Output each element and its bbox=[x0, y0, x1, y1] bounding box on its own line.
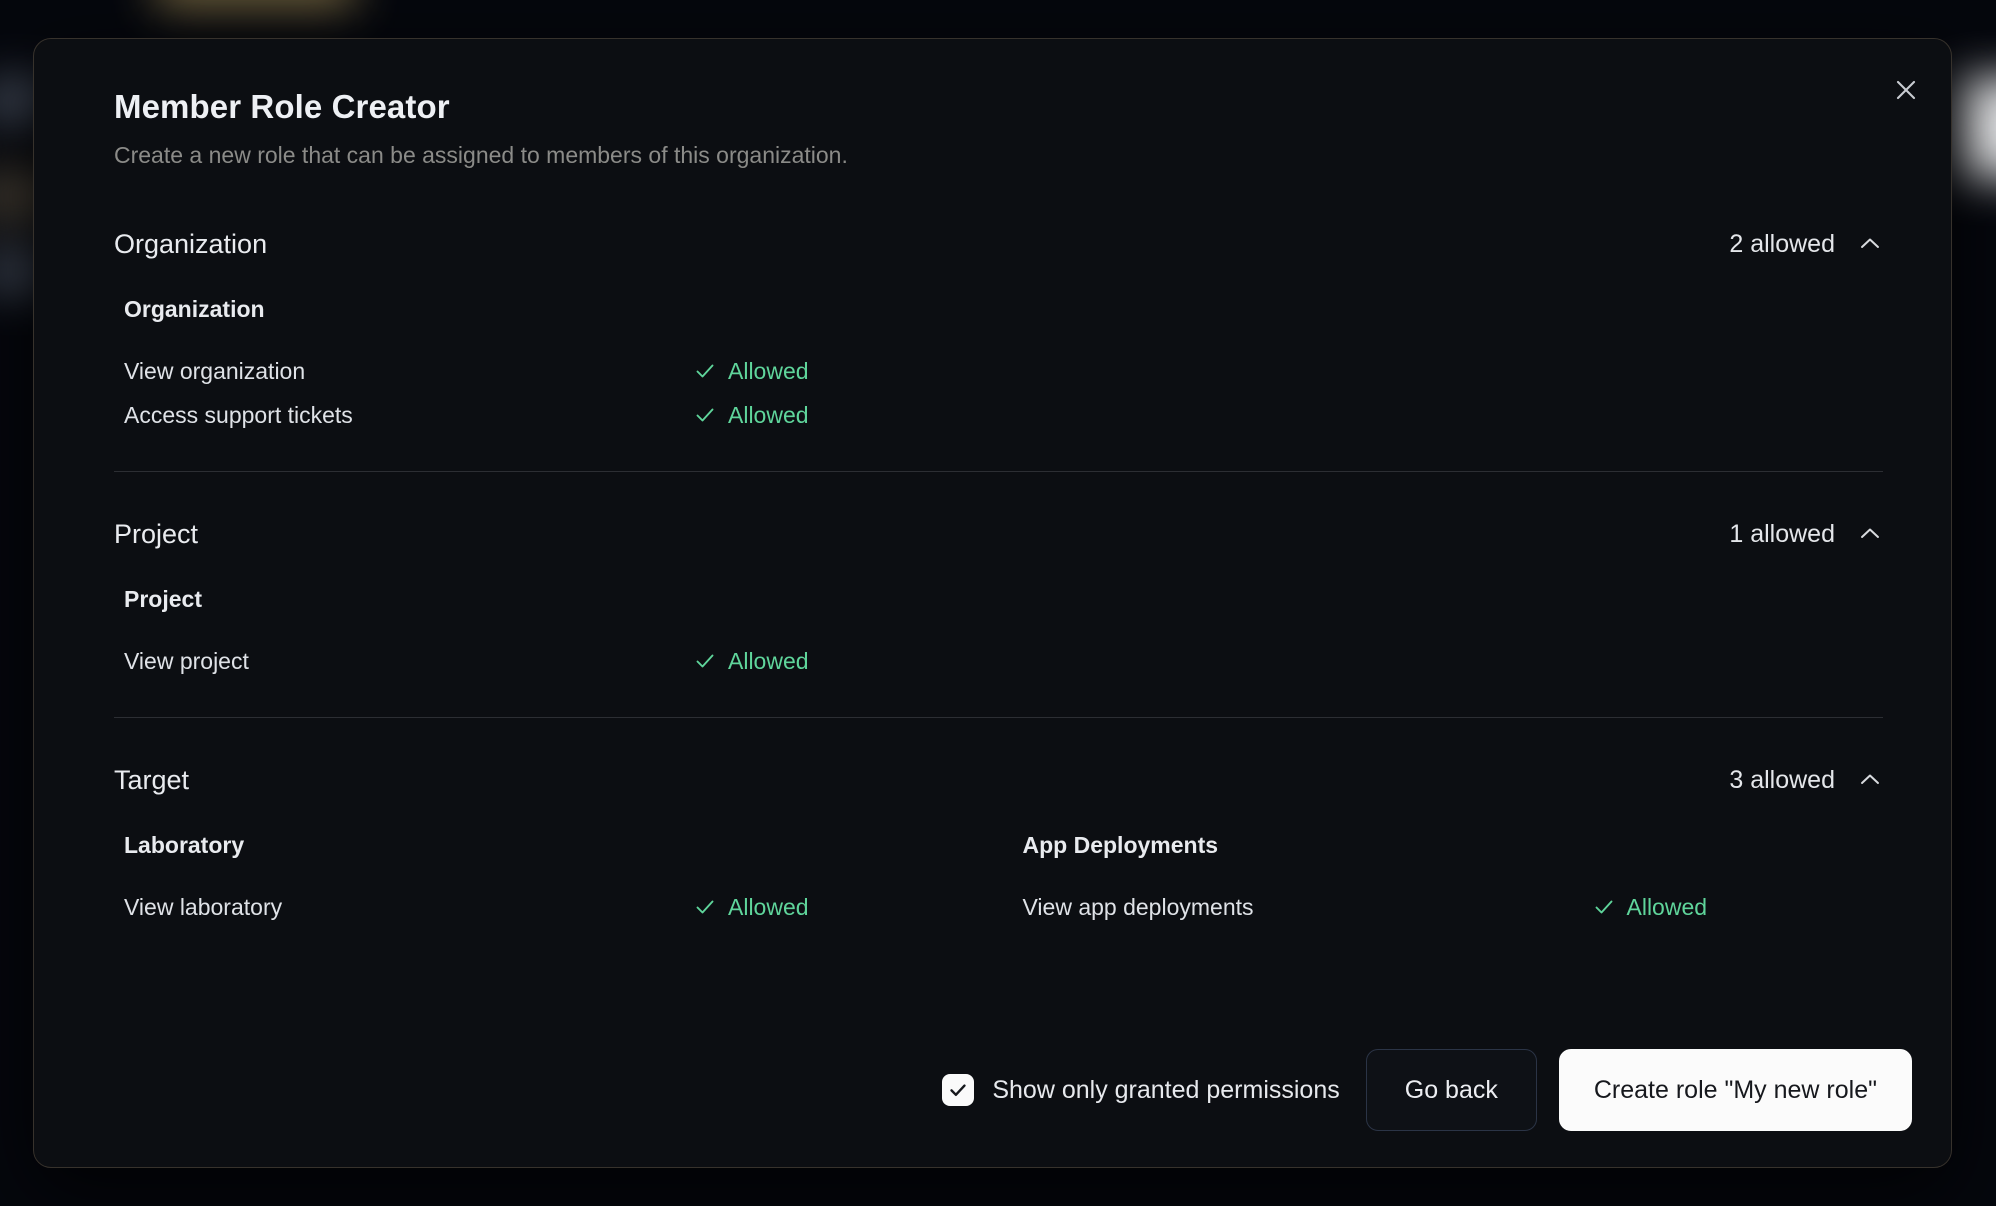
section-toggle-target[interactable]: Target 3 allowed bbox=[114, 752, 1911, 808]
permission-status: Allowed bbox=[694, 402, 809, 429]
checkbox-label: Show only granted permissions bbox=[992, 1076, 1339, 1105]
check-icon bbox=[694, 404, 716, 426]
show-only-granted-permissions-checkbox[interactable]: Show only granted permissions bbox=[942, 1074, 1339, 1106]
permission-status-label: Allowed bbox=[1627, 894, 1708, 921]
permission-group-title: App Deployments bbox=[1023, 832, 1912, 859]
dialog-header: Member Role Creator Create a new role th… bbox=[74, 39, 1911, 170]
permission-section: Organization 2 allowed Organization View or… bbox=[114, 216, 1911, 437]
section-summary: 2 allowed bbox=[1729, 230, 1911, 259]
go-back-button[interactable]: Go back bbox=[1366, 1049, 1537, 1131]
section-body: Project View project Allowed bbox=[114, 562, 1911, 683]
section-allowed-count: 1 allowed bbox=[1729, 520, 1835, 549]
permission-row[interactable]: View project Allowed bbox=[124, 639, 1911, 683]
check-icon bbox=[694, 650, 716, 672]
permission-status: Allowed bbox=[694, 358, 809, 385]
section-body: OrganizationView organizationAllowedAcce… bbox=[114, 272, 1911, 437]
chevron-up-icon[interactable] bbox=[1857, 231, 1883, 257]
dialog-scroll-area[interactable]: Member Role Creator Create a new role th… bbox=[34, 39, 1951, 1168]
close-icon[interactable] bbox=[1883, 67, 1929, 113]
section-toggle-organization[interactable]: Organization 2 allowed bbox=[114, 216, 1911, 272]
permission-group-title: Laboratory bbox=[124, 832, 1013, 859]
page-title: Member Role Creator bbox=[114, 87, 1911, 127]
permission-label: View organization bbox=[124, 358, 694, 385]
section-summary: 1 allowed bbox=[1729, 520, 1911, 549]
permission-label: Access support tickets bbox=[124, 402, 694, 429]
checkbox-checked-icon bbox=[942, 1074, 974, 1106]
dialog-subtitle: Create a new role that can be assigned t… bbox=[114, 141, 1911, 171]
permission-status: Allowed bbox=[1593, 894, 1708, 921]
section-title: Project bbox=[114, 519, 198, 550]
permission-section: Project 1 allowed Project View project Allow… bbox=[114, 506, 1911, 683]
check-icon bbox=[694, 360, 716, 382]
permission-group-grid: LaboratoryView laboratoryAllowedApp Depl… bbox=[114, 832, 1911, 929]
permission-group: Laboratory View laboratory Allowed bbox=[114, 832, 1013, 929]
permission-row[interactable]: View organization Allowed bbox=[124, 349, 1911, 393]
permission-group: Project View project Allowed bbox=[114, 586, 1911, 683]
permission-row[interactable]: View app deployments Allowed bbox=[1023, 885, 1912, 929]
section-title: Organization bbox=[114, 229, 267, 260]
chevron-up-icon[interactable] bbox=[1857, 767, 1883, 793]
permission-label: View app deployments bbox=[1023, 894, 1593, 921]
permission-status: Allowed bbox=[694, 648, 809, 675]
section-title: Target bbox=[114, 765, 189, 796]
check-icon bbox=[694, 896, 716, 918]
permission-row[interactable]: View laboratory Allowed bbox=[124, 885, 1013, 929]
section-allowed-count: 2 allowed bbox=[1729, 230, 1835, 259]
section-body: LaboratoryView laboratoryAllowedApp Depl… bbox=[114, 808, 1911, 929]
chevron-up-icon[interactable] bbox=[1857, 521, 1883, 547]
create-role-button[interactable]: Create role "My new role" bbox=[1559, 1049, 1912, 1131]
permission-group-grid: OrganizationView organizationAllowedAcce… bbox=[114, 296, 1911, 437]
background-blur-right bbox=[1958, 78, 1996, 178]
permission-status-label: Allowed bbox=[728, 648, 809, 675]
member-role-creator-dialog: Member Role Creator Create a new role th… bbox=[33, 38, 1952, 1168]
permission-group: OrganizationView organizationAllowedAcce… bbox=[114, 296, 1911, 437]
permission-group: App Deployments View app deployments Allow… bbox=[1013, 832, 1912, 929]
permission-section: Target 3 allowed Laboratory View laboratory… bbox=[114, 752, 1911, 929]
permission-row[interactable]: Access support tickets Allowed bbox=[124, 393, 1911, 437]
permission-sections: Organization 2 allowed Organization View or… bbox=[74, 216, 1911, 929]
permission-status-label: Allowed bbox=[728, 402, 809, 429]
dialog-footer: Show only granted permissions Go back Cr… bbox=[35, 1014, 1950, 1166]
permission-label: View laboratory bbox=[124, 894, 694, 921]
check-icon bbox=[1593, 896, 1615, 918]
section-divider bbox=[114, 717, 1883, 718]
permission-status-label: Allowed bbox=[728, 894, 809, 921]
section-summary: 3 allowed bbox=[1729, 766, 1911, 795]
permission-label: View project bbox=[124, 648, 694, 675]
permission-group-title: Organization bbox=[124, 296, 1911, 323]
section-divider bbox=[114, 471, 1883, 472]
permission-group-grid: Project View project Allowed bbox=[114, 586, 1911, 683]
permission-status: Allowed bbox=[694, 894, 809, 921]
permission-status-label: Allowed bbox=[728, 358, 809, 385]
section-allowed-count: 3 allowed bbox=[1729, 766, 1835, 795]
section-toggle-project[interactable]: Project 1 allowed bbox=[114, 506, 1911, 562]
permission-group-title: Project bbox=[124, 586, 1911, 613]
background-blur-amber bbox=[155, 0, 355, 8]
